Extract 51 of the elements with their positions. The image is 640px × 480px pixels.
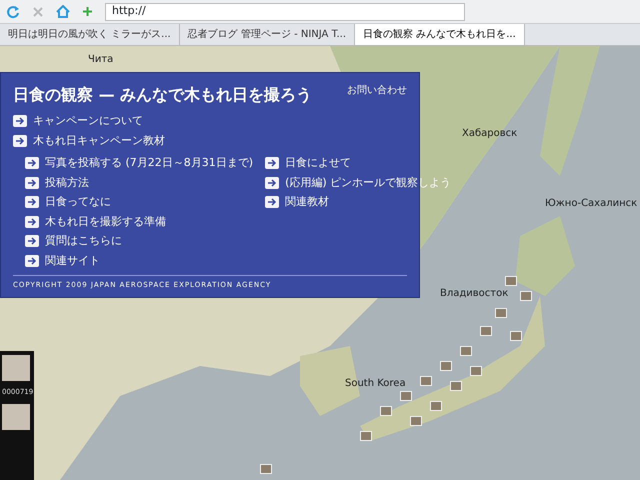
panel-link[interactable]: キャンペーンについて [33,113,143,130]
photo-thumbnail[interactable] [260,464,272,474]
photo-thumbnail[interactable] [495,308,507,318]
panel-link[interactable]: 関連教材 [285,194,330,210]
panel-link[interactable]: 木もれ日を撮影する準備 [45,214,166,230]
browser-tab[interactable]: 日食の観察 みんなで木もれ日を... [355,24,525,45]
new-tab-icon[interactable] [82,6,93,17]
arrow-icon [25,176,39,189]
address-field[interactable]: http:// [105,2,465,20]
panel-link[interactable]: 写真を投稿する (7月22日～8月31日まで) [45,155,254,172]
home-icon[interactable] [56,5,70,18]
panel-link[interactable]: (応用編) ピンホールで観察しよう [285,174,452,191]
map-label: Владивосток [440,287,508,301]
panel-link[interactable]: 日食によせて [285,155,352,172]
map-label: Южно-Сахалинск [545,197,638,211]
panel-link[interactable]: 関連サイト [45,252,100,269]
arrow-icon [25,235,39,248]
photo-thumbnail[interactable] [470,366,482,376]
photo-thumbnail[interactable] [380,406,392,416]
arrow-icon [25,216,39,228]
panel-link[interactable]: 投稿方法 [45,174,89,191]
reload-icon[interactable] [6,4,20,18]
photo-thumbnail[interactable] [460,346,472,356]
panel-link[interactable]: 質問はこちらに [45,233,122,250]
panel-link[interactable]: 日食ってなに [45,194,111,210]
arrow-icon [13,134,27,147]
photo-thumbnail[interactable] [360,431,372,441]
photo-thumbnail[interactable] [440,361,452,371]
map-label: South Korea [345,377,406,391]
arrow-icon [265,176,280,189]
photo-thumbnail[interactable] [410,416,422,426]
panel-link[interactable]: 木もれ日キャンペーン教材 [33,132,165,149]
arrow-icon [25,196,39,208]
arrow-icon [265,196,280,208]
photo-thumbnail[interactable] [430,401,442,411]
arrow-icon [265,157,280,170]
contact-link[interactable]: お問い合わせ [347,83,407,98]
photo-thumbnail[interactable] [450,381,462,391]
map-label: Хабаровск [462,127,518,141]
photo-thumbnail[interactable] [505,276,517,286]
map-label: Чита [88,53,114,67]
photo-thumbnail[interactable] [510,331,522,341]
arrow-icon [25,254,39,267]
photo-thumbnail[interactable] [420,376,432,386]
photo-thumbnail[interactable] [400,391,412,401]
arrow-icon [13,115,27,128]
arrow-icon [25,157,39,170]
photo-thumbnail[interactable] [480,326,492,336]
panel-title: 日食の観察 — みんなで木もれ日を撮ろう [13,84,312,106]
photo-thumbnail[interactable] [520,291,532,301]
browser-tab[interactable]: 忍者ブログ 管理ページ - NINJA T... [180,24,356,45]
